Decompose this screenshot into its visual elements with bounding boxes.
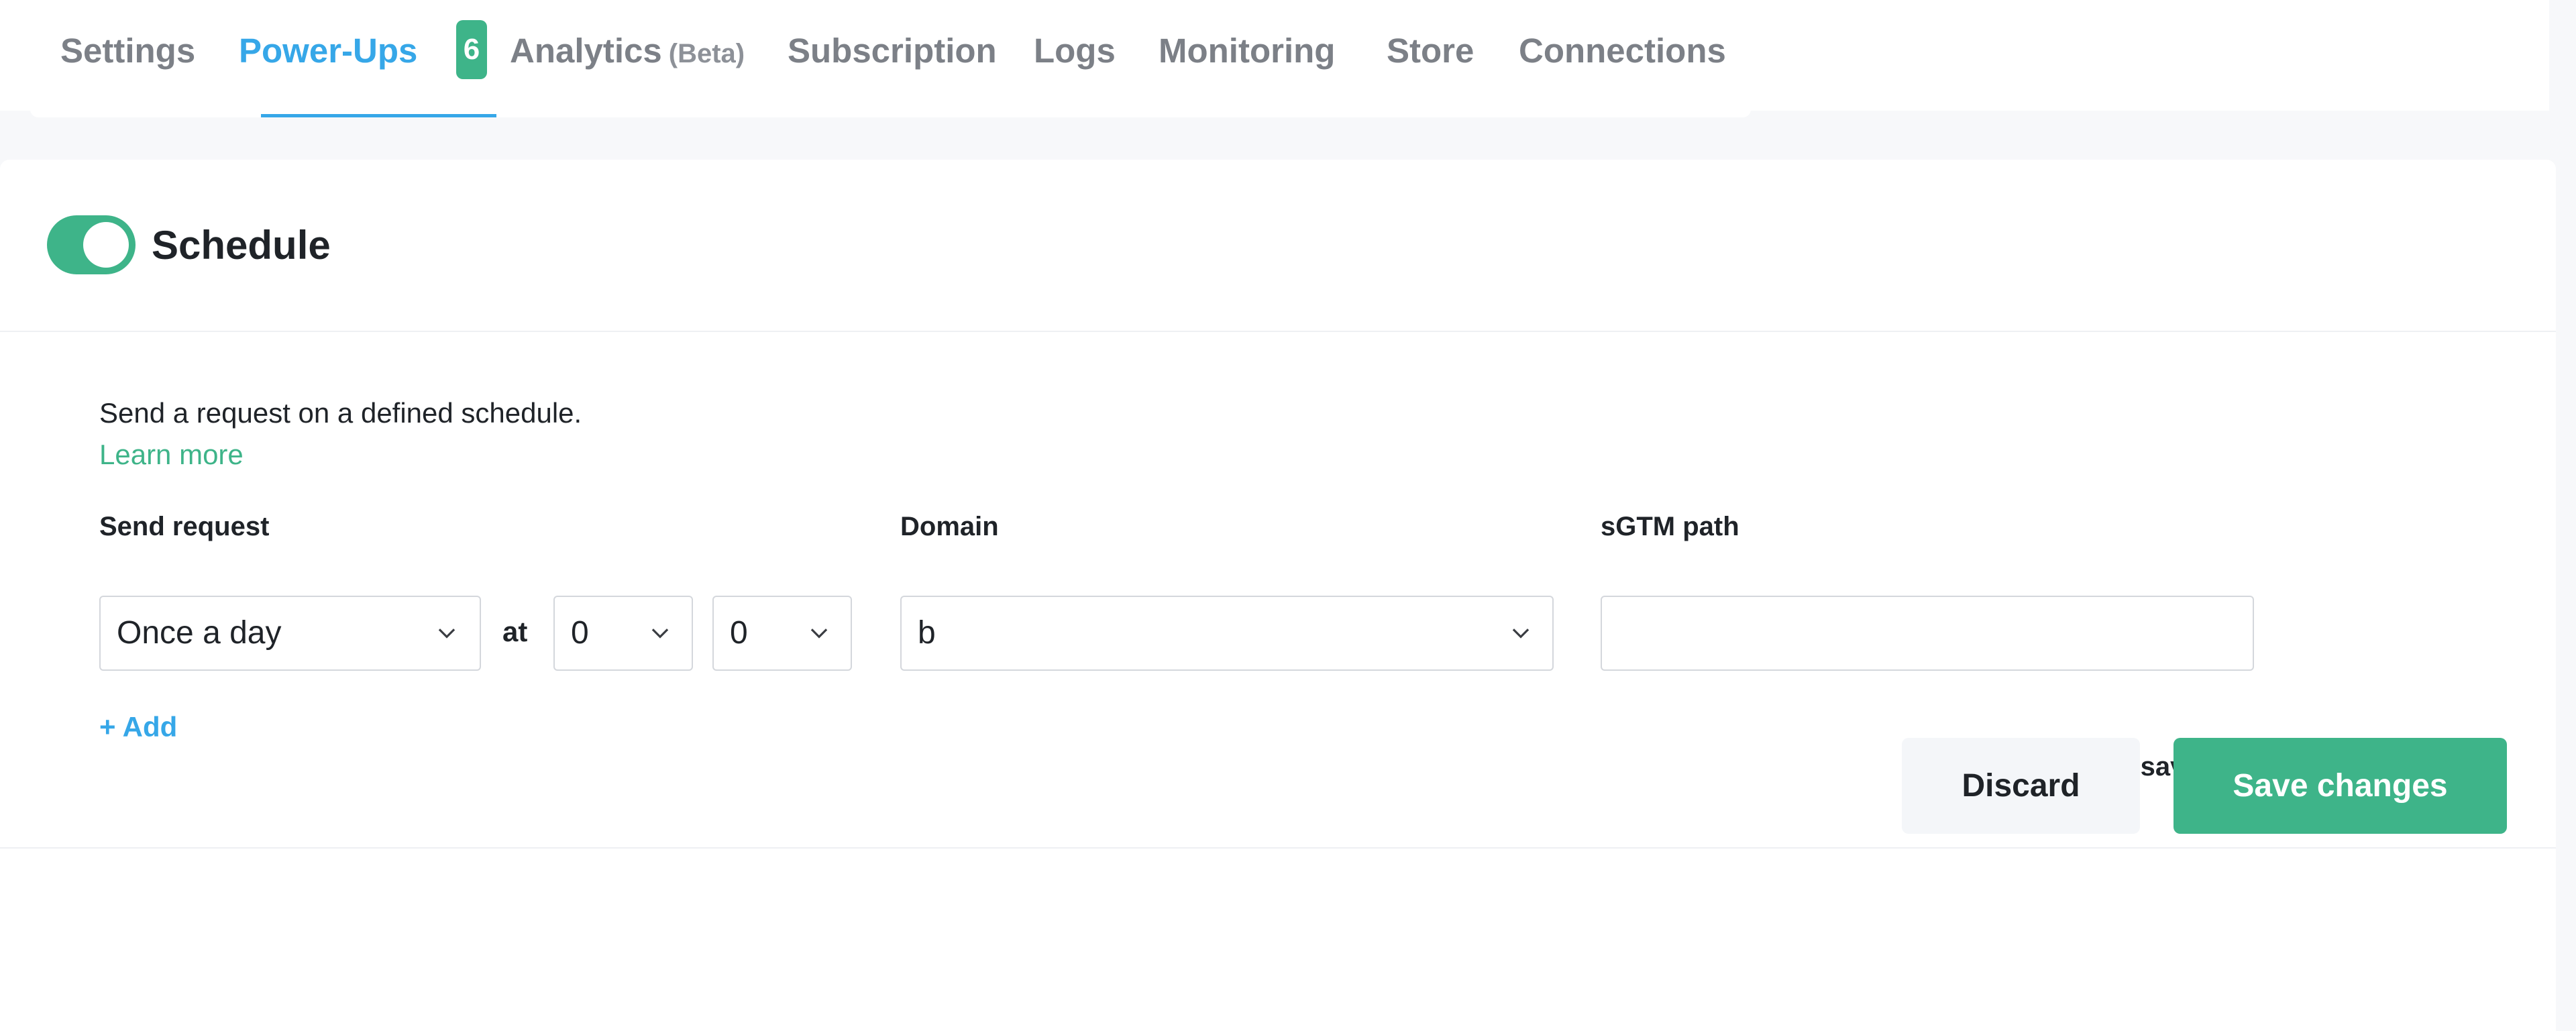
schedule-description: Send a request on a defined schedule.	[99, 397, 582, 429]
add-schedule-button[interactable]: + Add	[99, 710, 177, 745]
frequency-select[interactable]: Once a day	[99, 596, 481, 671]
schedule-toggle[interactable]	[47, 215, 136, 274]
frequency-select-value: Once a day	[117, 615, 282, 651]
chevron-down-icon	[651, 629, 669, 639]
domain-select[interactable]: b	[900, 596, 1554, 671]
sgtm-path-label: sGTM path	[1601, 512, 1739, 541]
discard-button[interactable]: Discard	[1902, 738, 2140, 834]
at-label: at	[502, 616, 528, 647]
minute-select[interactable]: 0	[712, 596, 852, 671]
domain-select-value: b	[918, 615, 936, 651]
hour-select[interactable]: 0	[553, 596, 693, 671]
tab-logs[interactable]: Logs	[1034, 30, 1116, 72]
tab-settings[interactable]: Settings	[60, 30, 195, 72]
schedule-card: Schedule Send a request on a defined sch…	[0, 160, 2556, 1031]
toggle-knob	[83, 222, 129, 268]
tab-analytics[interactable]: Analytics (Beta)	[510, 30, 745, 75]
card-title: Schedule	[152, 223, 331, 268]
footer-divider	[0, 847, 2556, 849]
chevron-down-icon	[1512, 629, 1529, 639]
tab-subscription[interactable]: Subscription	[788, 30, 997, 72]
chevron-down-icon	[438, 629, 455, 639]
tab-store[interactable]: Store	[1387, 30, 1474, 72]
tab-analytics-label: Analytics	[510, 32, 662, 70]
save-changes-button[interactable]: Save changes	[2174, 738, 2507, 834]
minute-select-value: 0	[730, 615, 748, 651]
domain-label: Domain	[900, 512, 999, 541]
sgtm-path-input[interactable]	[1601, 596, 2254, 671]
tab-analytics-beta-label: (Beta)	[668, 39, 745, 68]
tab-monitoring[interactable]: Monitoring	[1159, 30, 1335, 72]
send-request-label: Send request	[99, 512, 270, 541]
hour-select-value: 0	[571, 615, 589, 651]
tab-bar: Settings Power-Ups 6 Analytics (Beta) Sub…	[30, 0, 1751, 117]
tab-power-ups[interactable]: Power-Ups	[239, 30, 417, 72]
card-header: Schedule	[0, 160, 2556, 332]
power-ups-count-badge: 6	[456, 20, 487, 79]
tab-connections[interactable]: Connections	[1519, 30, 1726, 72]
chevron-down-icon	[810, 629, 828, 639]
active-tab-underline	[261, 114, 496, 117]
learn-more-link[interactable]: Learn more	[99, 437, 244, 472]
